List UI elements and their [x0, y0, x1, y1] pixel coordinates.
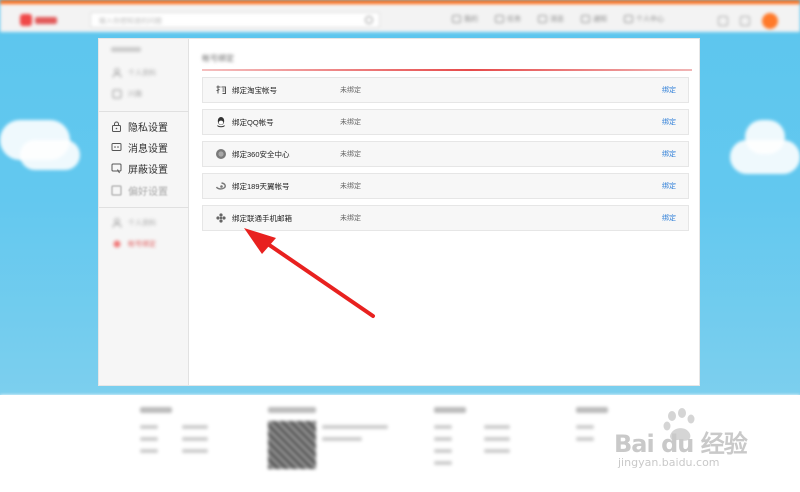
nav-item-messages[interactable]: 消息	[538, 14, 564, 24]
bind-status: 未绑定	[340, 215, 361, 222]
sidebar-item-interests[interactable]: 兴趣	[99, 84, 189, 104]
sidebar-divider	[99, 111, 189, 112]
bind-label: 绑定189天翼帐号	[232, 181, 290, 191]
top-header: 输入你想知道的问题 我的 任务 消息 通知 个人中心	[0, 0, 800, 32]
footer-column	[182, 425, 208, 461]
sidebar-item-privacy[interactable]: 隐私设置	[99, 116, 189, 136]
sidebar-item-label: 偏好设置	[128, 186, 168, 198]
sidebar-item-label: 个人资料	[128, 70, 156, 77]
footer-column	[434, 407, 466, 473]
bind-row-unicom: 绑定联通手机邮箱 未绑定 绑定	[202, 205, 689, 231]
tag-icon	[111, 89, 122, 100]
user-icon	[111, 218, 122, 229]
cloud-decoration	[20, 140, 80, 170]
bind-status: 未绑定	[340, 119, 361, 126]
sidebar-item-label: 帐号绑定	[128, 241, 156, 248]
logo-text	[35, 16, 57, 24]
bind-button[interactable]: 绑定	[662, 85, 676, 95]
unicom-icon	[214, 211, 228, 225]
nav-item-tasks[interactable]: 任务	[495, 14, 521, 24]
bind-label: 绑定淘宝帐号	[232, 85, 277, 95]
bind-button[interactable]: 绑定	[662, 213, 676, 223]
avatar[interactable]	[762, 13, 778, 29]
nav-icon	[624, 15, 633, 23]
title-divider	[202, 69, 692, 71]
nav-item-my[interactable]: 我的	[452, 14, 478, 24]
nav-icon	[495, 15, 504, 23]
sidebar-item-label: 消息设置	[128, 143, 168, 155]
sidebar-item-label: 兴趣	[128, 91, 142, 98]
sidebar-item-preferences[interactable]: 偏好设置	[99, 180, 189, 200]
search-icon[interactable]	[365, 16, 373, 24]
bind-row-360: 绑定360安全中心 未绑定 绑定	[202, 141, 689, 167]
bind-label: 绑定360安全中心	[232, 149, 290, 159]
footer-column	[322, 425, 388, 449]
lock-icon	[111, 121, 122, 132]
search-input[interactable]: 输入你想知道的问题	[99, 16, 162, 26]
bind-row-taobao: 绑定淘宝帐号 未绑定 绑定	[202, 77, 689, 103]
bind-status: 未绑定	[340, 151, 361, 158]
settings-icon[interactable]	[740, 16, 750, 26]
link-icon	[111, 239, 122, 250]
baidu-jingyan-watermark: Bai du 经验 jingyan.baidu.com	[604, 406, 754, 476]
sidebar-item-message-settings[interactable]: 消息设置	[99, 137, 189, 157]
logo-mark	[20, 14, 32, 26]
nav-icon	[538, 15, 547, 23]
sidebar-item-account-binding[interactable]: 帐号绑定	[99, 234, 189, 254]
user-icon	[111, 68, 122, 79]
tianyi-icon	[214, 179, 228, 193]
sidebar-item-label: 隐私设置	[128, 122, 168, 134]
bind-button[interactable]: 绑定	[662, 117, 676, 127]
page-title: 帐号绑定	[202, 54, 234, 63]
sidebar-item-block-settings[interactable]: 屏蔽设置	[99, 158, 189, 178]
watermark-brand: Bai du 经验	[614, 430, 748, 458]
sidebar-divider	[99, 207, 189, 208]
bind-row-tianyi: 绑定189天翼帐号 未绑定 绑定	[202, 173, 689, 199]
sidebar-section-title	[111, 47, 141, 52]
header-tools	[718, 13, 778, 29]
nav-icon	[452, 15, 461, 23]
nav-item-profile[interactable]: 个人中心	[624, 14, 664, 24]
footer-column	[484, 425, 510, 461]
sidebar-item-account[interactable]: 个人资料	[99, 213, 189, 233]
qr-code	[268, 421, 316, 469]
bind-button[interactable]: 绑定	[662, 181, 676, 191]
nav-label: 任务	[507, 16, 521, 23]
bind-status: 未绑定	[340, 183, 361, 190]
footer-column	[140, 407, 172, 461]
bind-row-qq: 绑定QQ帐号 未绑定 绑定	[202, 109, 689, 135]
nav-item-notifications[interactable]: 通知	[581, 14, 607, 24]
bind-label: 绑定联通手机邮箱	[232, 213, 292, 223]
sidebar: 个人资料 兴趣 隐私设置 消息设置 屏蔽设置 偏好设置 个人资料 帐号绑定	[99, 39, 189, 385]
bind-label: 绑定QQ帐号	[232, 117, 274, 127]
qq-icon	[214, 115, 228, 129]
message-icon	[111, 142, 122, 153]
settings-panel: 个人资料 兴趣 隐私设置 消息设置 屏蔽设置 偏好设置 个人资料 帐号绑定 帐号…	[98, 38, 700, 386]
settings-icon	[111, 185, 122, 196]
360-icon	[214, 147, 228, 161]
search-box[interactable]: 输入你想知道的问题	[90, 12, 380, 28]
cloud-decoration	[745, 120, 785, 154]
taobao-icon	[214, 83, 228, 97]
nav-icon	[581, 15, 590, 23]
menu-icon[interactable]	[718, 16, 728, 26]
sidebar-item-label: 屏蔽设置	[128, 164, 168, 176]
watermark-url: jingyan.baidu.com	[618, 456, 720, 469]
bind-status: 未绑定	[340, 87, 361, 94]
sidebar-item-label: 个人资料	[128, 220, 156, 227]
site-logo[interactable]	[20, 13, 60, 27]
bind-button[interactable]: 绑定	[662, 149, 676, 159]
nav-label: 个人中心	[636, 16, 664, 23]
top-nav: 我的 任务 消息 通知 个人中心	[452, 14, 664, 24]
nav-label: 通知	[593, 16, 607, 23]
nav-label: 消息	[550, 16, 564, 23]
shield-icon	[111, 163, 122, 174]
sidebar-item-profile[interactable]: 个人资料	[99, 63, 189, 83]
nav-label: 我的	[464, 16, 478, 23]
